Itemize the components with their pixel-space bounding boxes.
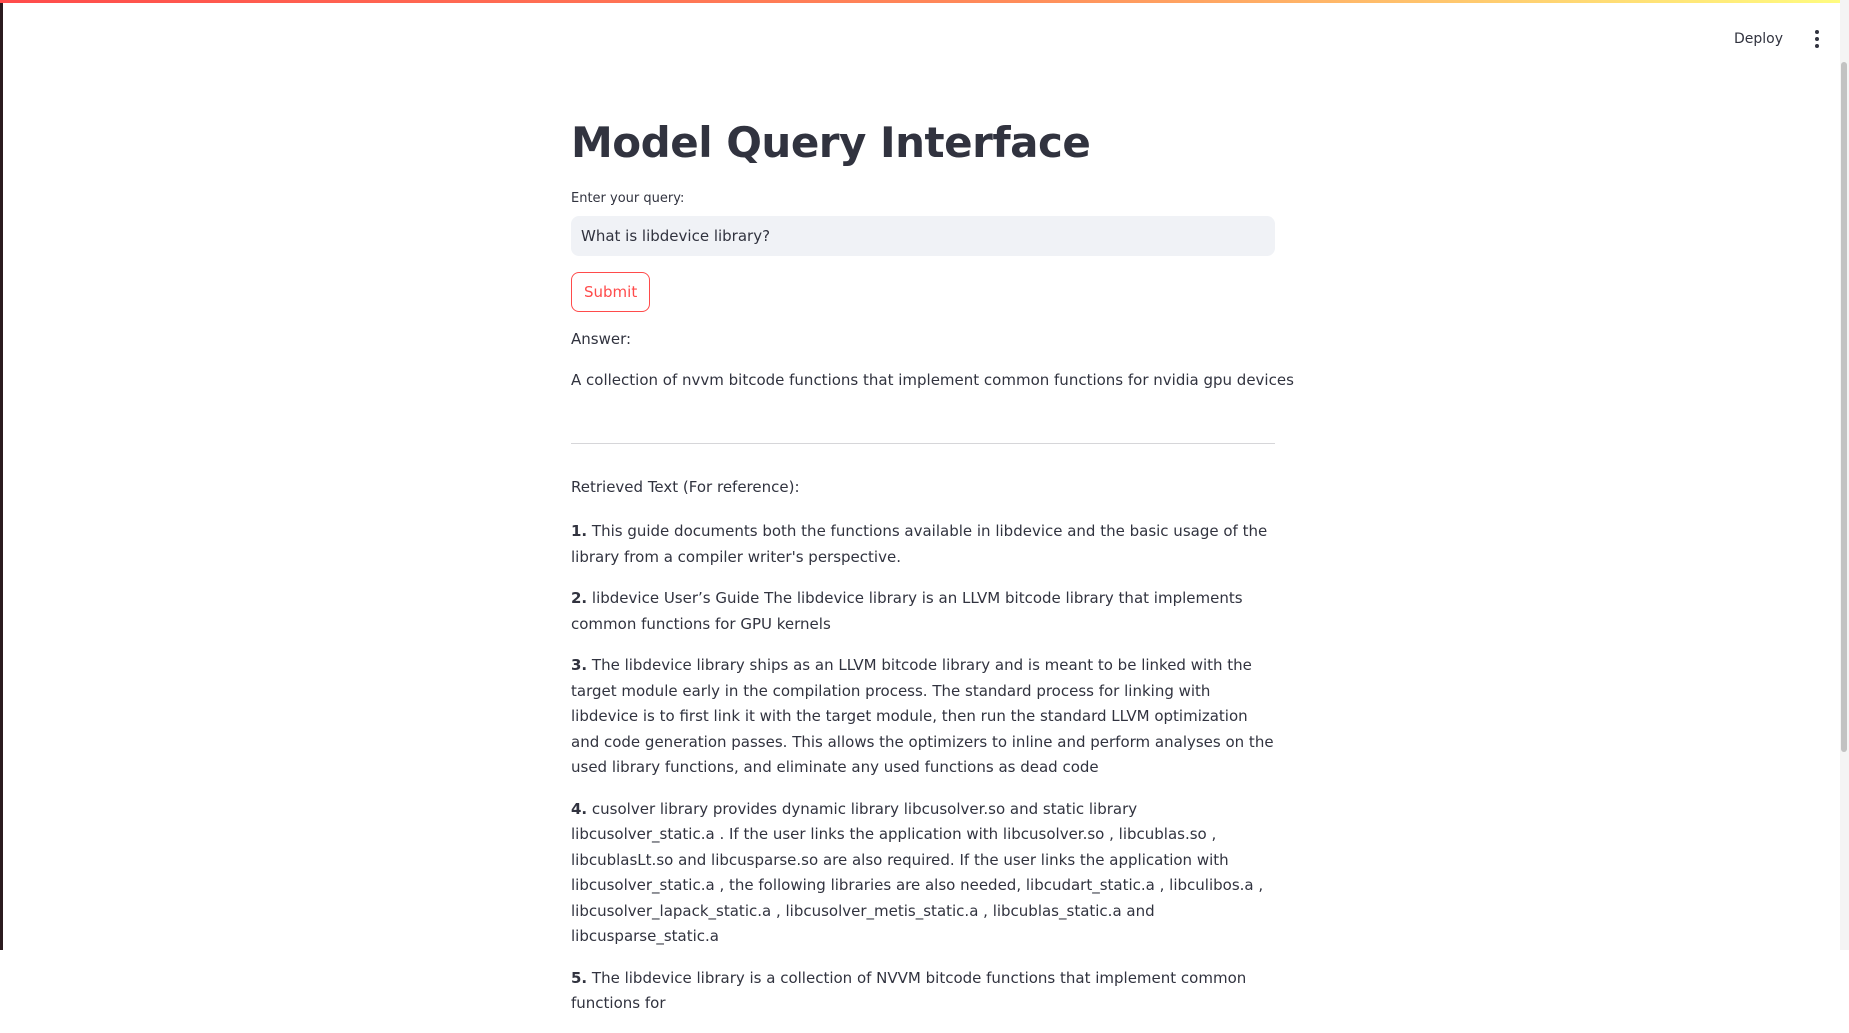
answer-label: Answer:	[571, 330, 632, 348]
submit-button[interactable]: Submit	[571, 272, 651, 312]
query-input[interactable]	[571, 216, 1275, 256]
retrieved-label: Retrieved Text (For reference):	[571, 478, 800, 496]
list-item-text: The libdevice library is a collection of…	[571, 968, 1247, 1013]
query-label: Enter your query:	[571, 191, 685, 206]
list-item-number: 5.	[571, 968, 588, 987]
page-title: Model Query Interface	[571, 118, 1091, 167]
list-item-number: 1.	[571, 522, 588, 540]
header-toolbar: Deploy	[1728, 26, 1825, 52]
deploy-button[interactable]: Deploy	[1728, 27, 1789, 51]
list-item-text: libdevice User’s Guide The libdevice lib…	[571, 589, 1243, 633]
kebab-menu-icon[interactable]	[1809, 26, 1825, 52]
divider	[571, 443, 1275, 444]
list-item-number: 4.	[571, 799, 588, 818]
list-item-text: This guide documents both the functions …	[571, 522, 1268, 566]
list-item-text: cusolver library provides dynamic librar…	[571, 799, 1264, 946]
list-item: 3. The libdevice library ships as an LLV…	[571, 653, 1275, 781]
top-decoration-bar	[0, 0, 1849, 3]
list-item-text: The libdevice library ships as an LLVM b…	[571, 656, 1274, 776]
list-item-number: 2.	[571, 589, 588, 607]
list-item-number: 3.	[571, 656, 588, 674]
list-item: 2. libdevice User’s Guide The libdevice …	[571, 586, 1275, 637]
scrollbar-thumb[interactable]	[1841, 62, 1847, 752]
list-item: 5. The libdevice library is a collection…	[571, 966, 1275, 1017]
answer-text: A collection of nvvm bitcode functions t…	[571, 371, 1294, 389]
window-left-edge	[0, 0, 3, 950]
list-item: 4. cusolver library provides dynamic lib…	[571, 797, 1275, 950]
reference-list: 1. This guide documents both the functio…	[571, 519, 1275, 1033]
list-item: 1. This guide documents both the functio…	[571, 519, 1275, 570]
